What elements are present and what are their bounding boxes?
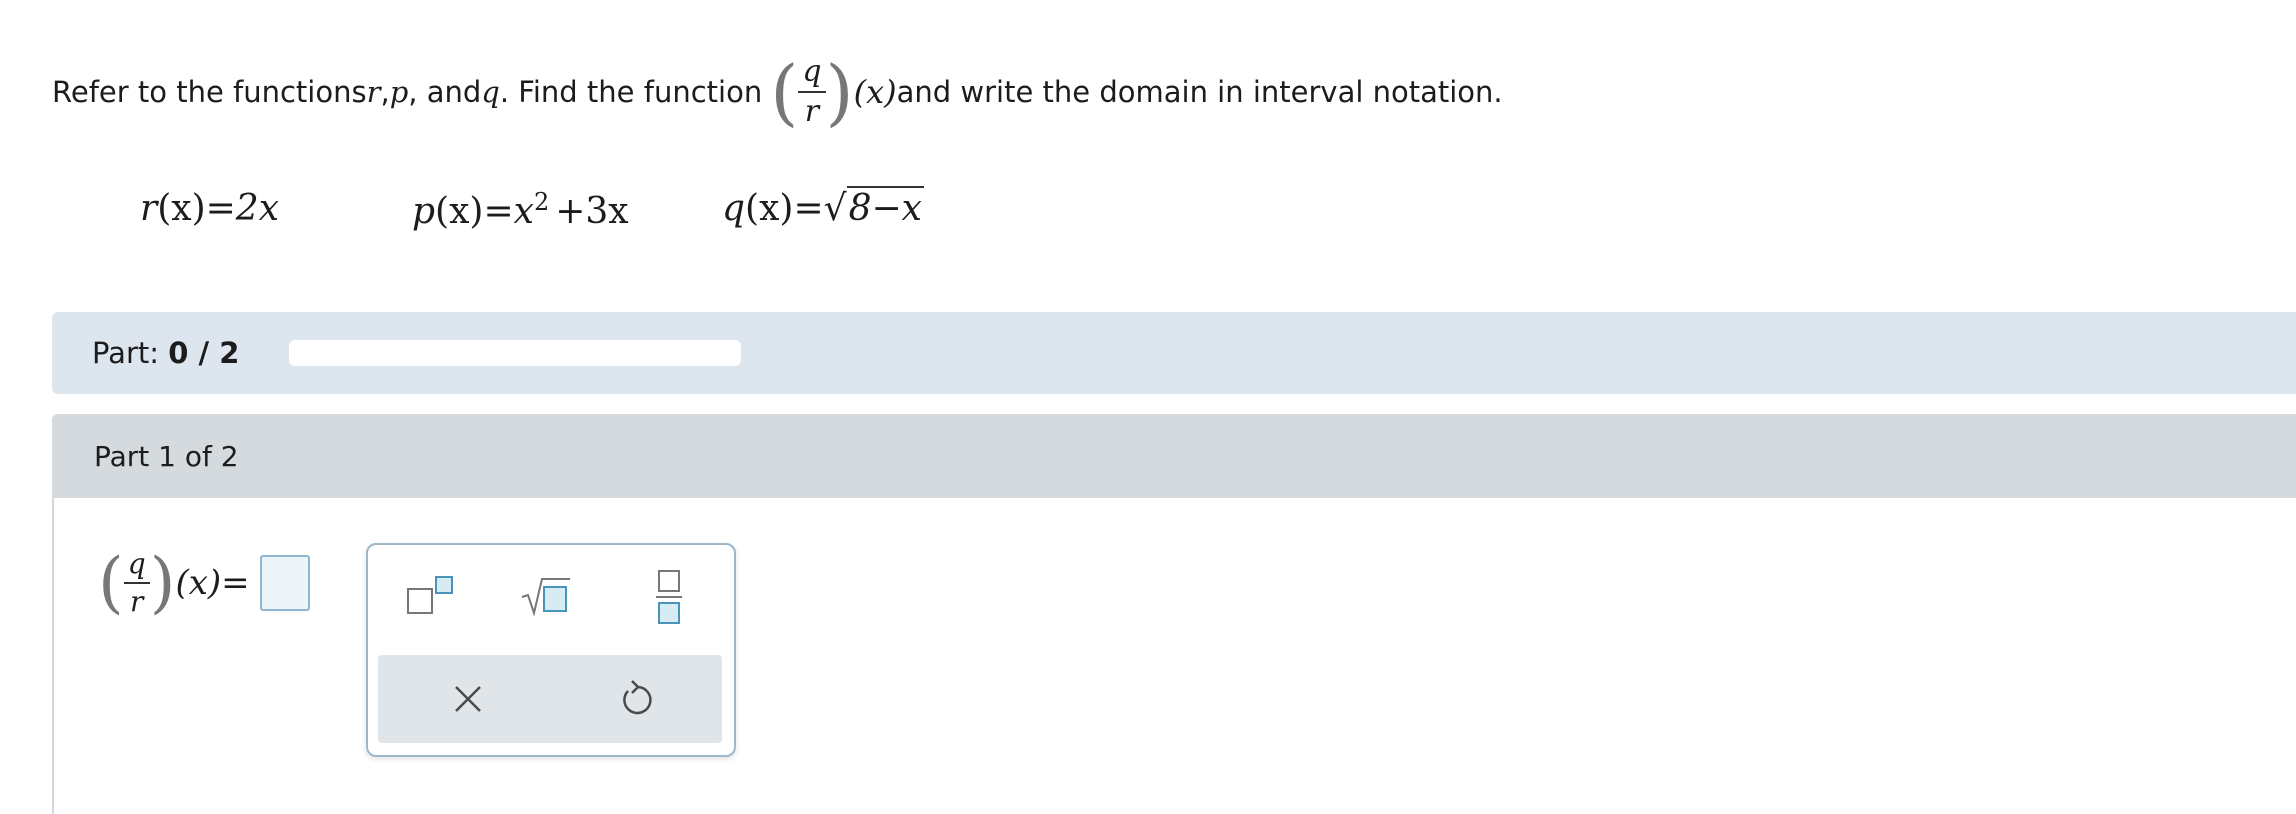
- exponent-icon: [407, 576, 453, 614]
- function-r-name: r: [140, 188, 158, 229]
- function-p: p(x)=x2 +3x: [412, 188, 629, 232]
- var-p: p: [389, 75, 409, 109]
- math-toolbar: [366, 543, 736, 757]
- prompt-text-mid: . Find the function: [499, 75, 763, 109]
- progress-value: 0 / 2: [168, 336, 240, 370]
- function-p-eq: =: [483, 191, 514, 232]
- function-r-eq: =: [205, 188, 236, 229]
- left-paren: (: [770, 50, 799, 134]
- question-prompt: Refer to the functions r , p , and q . F…: [52, 50, 1503, 134]
- prompt-text-end: and write the domain in interval notatio…: [896, 75, 1503, 109]
- fraction-numerator: q: [798, 57, 826, 93]
- prompt-comma: ,: [380, 75, 390, 109]
- progress-track: [289, 340, 741, 366]
- prompt-fraction: q r: [798, 57, 826, 129]
- fraction-icon: [656, 570, 682, 624]
- answer-left-paren: (: [98, 544, 124, 621]
- undo-icon: [623, 680, 652, 715]
- prompt-text-start: Refer to the functions: [52, 75, 367, 109]
- function-p-rest: +3x: [555, 191, 629, 232]
- progress-label: Part: 0 / 2: [92, 336, 239, 370]
- answer-right-paren: ): [149, 544, 176, 621]
- answer-input-box[interactable]: [259, 554, 310, 611]
- answer-fraction: q r: [123, 549, 150, 618]
- toolbar-actions: [378, 655, 722, 743]
- function-r: r(x)=2x: [140, 188, 279, 229]
- function-r-arg: (x): [157, 188, 206, 229]
- function-r-rhs: 2x: [235, 188, 280, 229]
- fraction-button[interactable]: [654, 569, 684, 629]
- function-q-eq: =: [793, 188, 824, 229]
- exponent-button[interactable]: [406, 575, 456, 621]
- function-p-exponent: 2: [533, 188, 550, 216]
- var-r: r: [366, 75, 381, 109]
- right-paren: ): [825, 50, 854, 134]
- answer-expression: ( q r ) (x) =: [98, 544, 310, 621]
- prompt-arg: (x): [853, 73, 897, 111]
- function-q: q(x)=√8−x: [722, 186, 924, 229]
- progress-label-text: Part:: [92, 336, 160, 370]
- close-icon: [455, 686, 481, 712]
- square-root-icon: [521, 578, 570, 617]
- answer-fraction-numerator: q: [123, 549, 150, 584]
- square-root-button[interactable]: [520, 575, 572, 621]
- function-p-name: p: [412, 191, 436, 232]
- clear-button[interactable]: [448, 679, 488, 723]
- answer-arg: (x): [175, 562, 222, 603]
- var-q: q: [481, 75, 500, 109]
- answer-fraction-denominator: r: [130, 584, 144, 618]
- fraction-denominator: r: [804, 94, 820, 129]
- undo-button[interactable]: [616, 677, 658, 725]
- answer-equals: =: [221, 562, 250, 603]
- function-q-radicand: 8−x: [846, 186, 924, 229]
- function-q-arg: (x): [745, 188, 794, 229]
- part-title: Part 1 of 2: [94, 440, 239, 473]
- progress-bar-section: Part: 0 / 2: [52, 312, 2296, 394]
- radical-sign: √: [823, 188, 847, 229]
- function-q-name: q: [722, 188, 746, 229]
- prompt-and: , and: [408, 75, 482, 109]
- function-p-arg: (x): [435, 191, 484, 232]
- function-p-base: x: [513, 191, 534, 232]
- part-header: Part 1 of 2: [52, 414, 2296, 498]
